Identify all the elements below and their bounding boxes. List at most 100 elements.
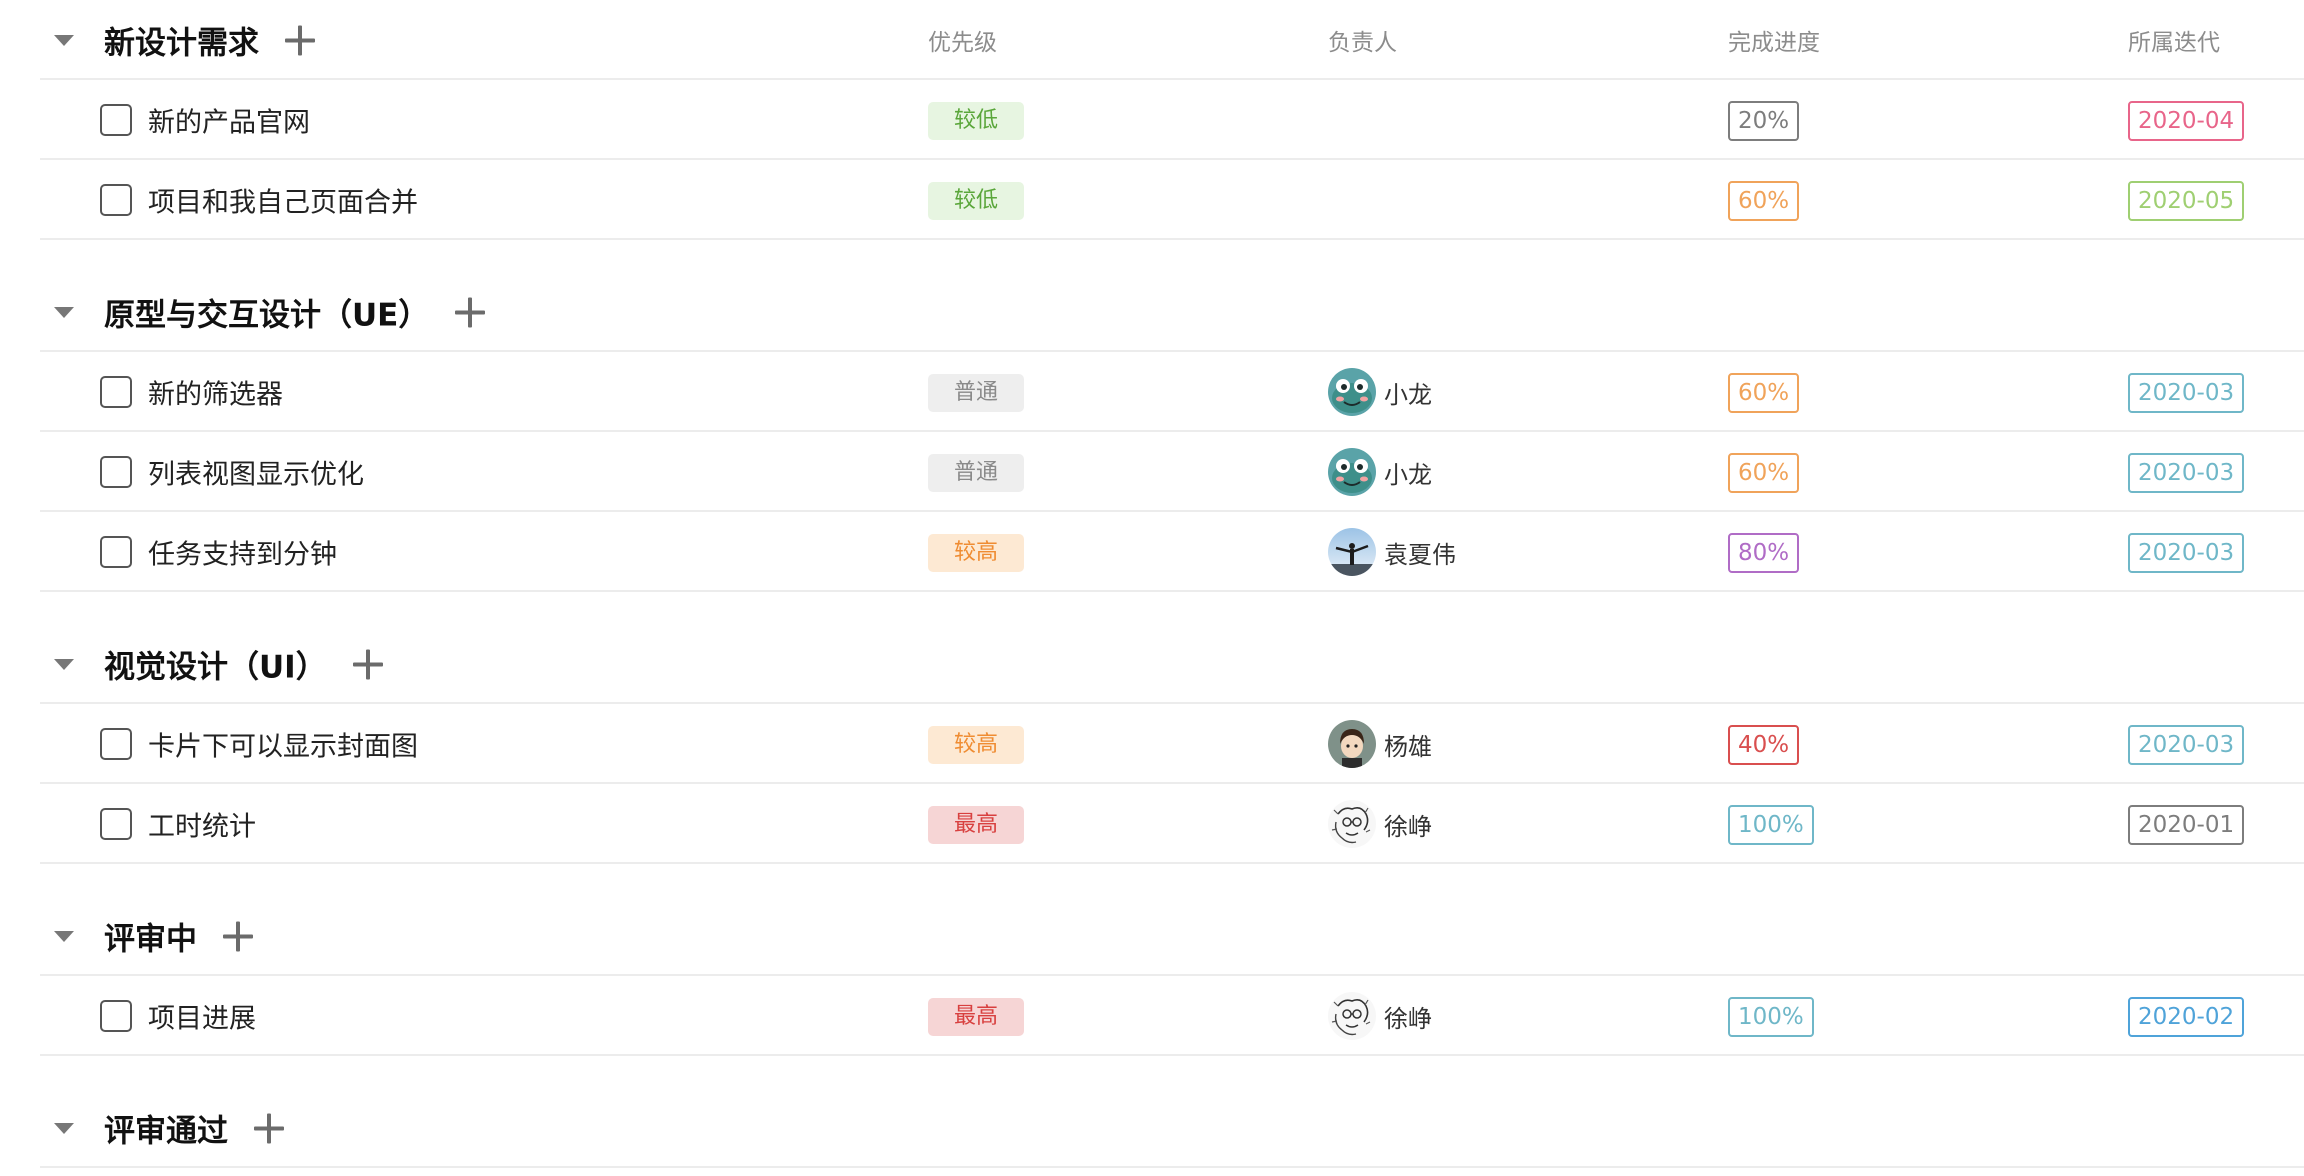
task-list-page: 新设计需求 优先级 负责人 完成进度 所属迭代 新的产品官网 较低 20% 2020-04 项目和… [0, 0, 2304, 1176]
divider [40, 590, 2304, 592]
divider [40, 1166, 2304, 1168]
assignee-name: 徐峥 [1384, 1004, 1432, 1033]
cartoon-avatar [1328, 720, 1376, 768]
column-header-progress[interactable]: 完成进度 [1728, 23, 1820, 57]
progress-tag[interactable]: 60% [1728, 453, 1800, 493]
add-task-plus-icon[interactable] [285, 25, 315, 55]
collapse-caret-icon[interactable] [54, 307, 74, 318]
task-title[interactable]: 任务支持到分钟 [148, 533, 337, 572]
group-header: 新设计需求 优先级 负责人 完成进度 所属迭代 [0, 0, 2304, 80]
iteration-tag[interactable]: 2020-01 [2128, 805, 2245, 845]
photo-avatar [1328, 528, 1376, 576]
task-row[interactable]: 新的产品官网 较低 20% 2020-04 [0, 80, 2304, 160]
task-row[interactable]: 工时统计 最高 徐峥 100% 2020-01 [0, 784, 2304, 864]
sketch-avatar [1328, 800, 1376, 848]
task-title[interactable]: 项目和我自己页面合并 [148, 181, 418, 220]
task-title[interactable]: 新的产品官网 [148, 101, 310, 140]
divider [40, 1054, 2304, 1056]
priority-badge[interactable]: 较低 [928, 182, 1024, 220]
group-title-text: 评审通过 [104, 1113, 228, 1150]
divider [40, 238, 2304, 240]
assignee[interactable]: 徐峥 [1328, 992, 1432, 1040]
task-title[interactable]: 新的筛选器 [148, 373, 283, 412]
task-checkbox[interactable] [100, 808, 132, 840]
assignee[interactable]: 徐峥 [1328, 800, 1432, 848]
task-row[interactable]: 卡片下可以显示封面图 较高 杨雄 40% 2020-03 [0, 704, 2304, 784]
group-title-text: 原型与交互设计（UE） [104, 297, 430, 334]
group-title: 视觉设计（UI） [104, 642, 383, 687]
task-checkbox[interactable] [100, 728, 132, 760]
assignee-name: 袁夏伟 [1384, 540, 1456, 569]
collapse-caret-icon[interactable] [54, 1123, 74, 1134]
group-title: 新设计需求 [104, 18, 315, 63]
progress-tag[interactable]: 60% [1728, 181, 1800, 221]
priority-badge[interactable]: 较高 [928, 726, 1024, 764]
iteration-tag[interactable]: 2020-04 [2128, 101, 2245, 141]
assignee[interactable]: 小龙 [1328, 448, 1432, 496]
iteration-tag[interactable]: 2020-03 [2128, 453, 2245, 493]
group-header: 评审通过 [0, 1088, 2304, 1168]
sketch-avatar [1328, 992, 1376, 1040]
priority-badge[interactable]: 最高 [928, 998, 1024, 1036]
assignee-name: 小龙 [1384, 460, 1432, 489]
progress-tag[interactable]: 100% [1728, 997, 1814, 1037]
iteration-tag[interactable]: 2020-03 [2128, 373, 2245, 413]
add-task-plus-icon[interactable] [352, 649, 383, 679]
priority-badge[interactable]: 普通 [928, 374, 1024, 412]
iteration-tag[interactable]: 2020-02 [2128, 997, 2245, 1037]
assignee[interactable]: 杨雄 [1328, 720, 1432, 768]
task-checkbox[interactable] [100, 536, 132, 568]
task-row[interactable]: 列表视图显示优化 普通 小龙 60% 2020-03 [0, 432, 2304, 512]
frog-avatar [1328, 368, 1376, 416]
group-title-text: 新设计需求 [104, 25, 259, 62]
add-task-plus-icon[interactable] [455, 297, 486, 327]
task-row[interactable]: 项目进展 最高 徐峥 100% 2020-02 [0, 976, 2304, 1056]
progress-tag[interactable]: 80% [1728, 533, 1800, 573]
group-title: 评审通过 [104, 1106, 284, 1151]
collapse-caret-icon[interactable] [54, 35, 74, 46]
group-header: 原型与交互设计（UE） [0, 272, 2304, 352]
task-title[interactable]: 卡片下可以显示封面图 [148, 725, 418, 764]
collapse-caret-icon[interactable] [54, 931, 74, 942]
group-title: 评审中 [104, 914, 253, 959]
task-row[interactable]: 新的筛选器 普通 小龙 60% 2020-03 [0, 352, 2304, 432]
column-header-priority[interactable]: 优先级 [928, 23, 997, 57]
progress-tag[interactable]: 40% [1728, 725, 1800, 765]
progress-tag[interactable]: 60% [1728, 373, 1800, 413]
task-title[interactable]: 工时统计 [148, 805, 256, 844]
priority-badge[interactable]: 最高 [928, 806, 1024, 844]
assignee-name: 小龙 [1384, 380, 1432, 409]
add-task-plus-icon[interactable] [254, 1113, 284, 1143]
priority-badge[interactable]: 较高 [928, 534, 1024, 572]
progress-tag[interactable]: 20% [1728, 101, 1800, 141]
iteration-tag[interactable]: 2020-03 [2128, 725, 2245, 765]
group-title: 原型与交互设计（UE） [104, 290, 486, 335]
assignee[interactable]: 袁夏伟 [1328, 528, 1456, 576]
task-row[interactable]: 任务支持到分钟 较高 袁夏伟 80% 2020-03 [0, 512, 2304, 592]
assignee-name: 徐峥 [1384, 812, 1432, 841]
iteration-tag[interactable]: 2020-03 [2128, 533, 2245, 573]
divider [40, 862, 2304, 864]
add-task-plus-icon[interactable] [223, 921, 253, 951]
task-title[interactable]: 项目进展 [148, 997, 256, 1036]
task-title[interactable]: 列表视图显示优化 [148, 453, 364, 492]
frog-avatar [1328, 448, 1376, 496]
group-title-text: 评审中 [104, 921, 197, 958]
assignee[interactable]: 小龙 [1328, 368, 1432, 416]
task-checkbox[interactable] [100, 104, 132, 136]
group-title-text: 视觉设计（UI） [104, 649, 327, 686]
iteration-tag[interactable]: 2020-05 [2128, 181, 2245, 221]
priority-badge[interactable]: 普通 [928, 454, 1024, 492]
task-checkbox[interactable] [100, 1000, 132, 1032]
group-header: 评审中 [0, 896, 2304, 976]
task-checkbox[interactable] [100, 376, 132, 408]
column-header-assignee[interactable]: 负责人 [1328, 23, 1397, 57]
column-header-iteration[interactable]: 所属迭代 [2128, 23, 2220, 57]
collapse-caret-icon[interactable] [54, 659, 74, 670]
task-checkbox[interactable] [100, 184, 132, 216]
task-checkbox[interactable] [100, 456, 132, 488]
task-row[interactable]: 项目和我自己页面合并 较低 60% 2020-05 [0, 160, 2304, 240]
group-header: 视觉设计（UI） [0, 624, 2304, 704]
priority-badge[interactable]: 较低 [928, 102, 1024, 140]
progress-tag[interactable]: 100% [1728, 805, 1814, 845]
